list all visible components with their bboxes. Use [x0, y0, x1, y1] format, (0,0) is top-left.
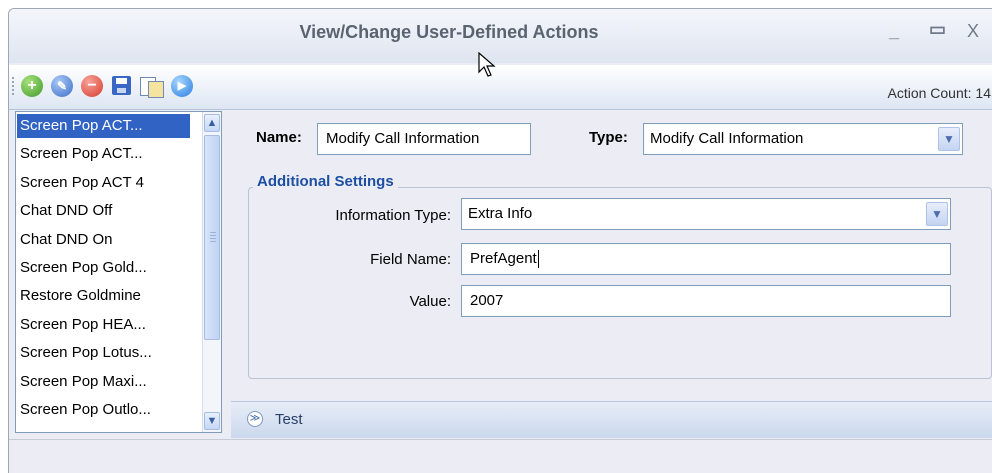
mouse-cursor-icon	[478, 52, 496, 77]
save-icon[interactable]	[112, 76, 131, 95]
action-list-item[interactable]: Screen Pop Gold...	[20, 256, 190, 280]
scroll-up-icon[interactable]: ▲	[204, 114, 220, 132]
type-dropdown[interactable]: Modify Call Information ▼	[643, 123, 963, 155]
expand-icon[interactable]: ≫	[247, 411, 263, 427]
information-type-value: Extra Info	[468, 205, 533, 222]
list-scrollbar[interactable]: ▲ ▼	[202, 112, 221, 432]
action-list-item[interactable]: Screen Pop ACT...	[20, 142, 190, 166]
text-caret	[537, 250, 539, 269]
run-icon[interactable]: ▶	[171, 75, 193, 97]
name-field[interactable]: Modify Call Information	[317, 123, 531, 155]
field-name-value: PrefAgent	[470, 250, 537, 267]
action-list-item[interactable]: Screen Pop Maxi...	[20, 370, 190, 394]
details-panel: Name: Modify Call Information Type: Modi…	[231, 111, 992, 419]
name-label: Name:	[256, 129, 302, 146]
close-button[interactable]: X	[967, 21, 979, 42]
status-bar	[9, 439, 992, 473]
scroll-thumb[interactable]	[204, 135, 220, 340]
information-type-dropdown[interactable]: Extra Info ▼	[461, 198, 951, 230]
action-count: Action Count: 14	[887, 85, 991, 101]
type-dropdown-value: Modify Call Information	[650, 130, 804, 147]
window-title: View/Change User-Defined Actions	[299, 22, 599, 42]
action-list-item[interactable]: Screen Pop ACT...	[17, 114, 190, 138]
toolbar: + ✎ − ▶ Action Count: 14	[9, 65, 992, 110]
chevron-down-icon[interactable]: ▼	[926, 202, 948, 226]
additional-settings-title: Additional Settings	[253, 173, 398, 190]
type-label: Type:	[589, 129, 628, 146]
chevron-down-icon[interactable]: ▼	[938, 127, 960, 151]
action-list-item[interactable]: Chat DND Off	[20, 199, 190, 223]
toolbar-grip[interactable]	[12, 77, 14, 97]
action-list-item[interactable]: Restore Goldmine	[20, 284, 190, 308]
value-input[interactable]: 2007	[461, 285, 951, 317]
scroll-down-icon[interactable]: ▼	[204, 412, 220, 430]
action-list-item[interactable]: Chat DND On	[20, 228, 190, 252]
action-list[interactable]: Screen Pop ACT... Screen Pop ACT... Screen…	[15, 111, 222, 433]
field-name-input[interactable]: PrefAgent	[461, 243, 951, 275]
action-list-item[interactable]: Screen Pop Lotus...	[20, 341, 190, 365]
title-bar[interactable]: View/Change User-Defined Actions _ ▭ X	[9, 9, 992, 63]
edit-icon[interactable]: ✎	[51, 75, 73, 97]
test-label[interactable]: Test	[275, 411, 303, 428]
scroll-thumb-grip	[210, 232, 216, 244]
field-name-label: Field Name:	[370, 251, 451, 268]
maximize-button[interactable]: ▭	[929, 19, 946, 40]
copy-icon[interactable]	[140, 75, 164, 98]
delete-icon[interactable]: −	[81, 75, 103, 97]
add-icon[interactable]: +	[21, 75, 43, 97]
window: View/Change User-Defined Actions _ ▭ X +…	[8, 8, 992, 473]
action-list-item[interactable]: Screen Pop Outlo...	[20, 398, 190, 422]
test-bar[interactable]: ≫ Test	[231, 401, 992, 438]
information-type-label: Information Type:	[335, 207, 451, 224]
value-label: Value:	[409, 293, 451, 310]
action-list-item[interactable]: Screen Pop ACT 4	[20, 171, 190, 195]
action-list-item[interactable]: Screen Pop HEA...	[20, 313, 190, 337]
minimize-button[interactable]: _	[889, 21, 899, 42]
